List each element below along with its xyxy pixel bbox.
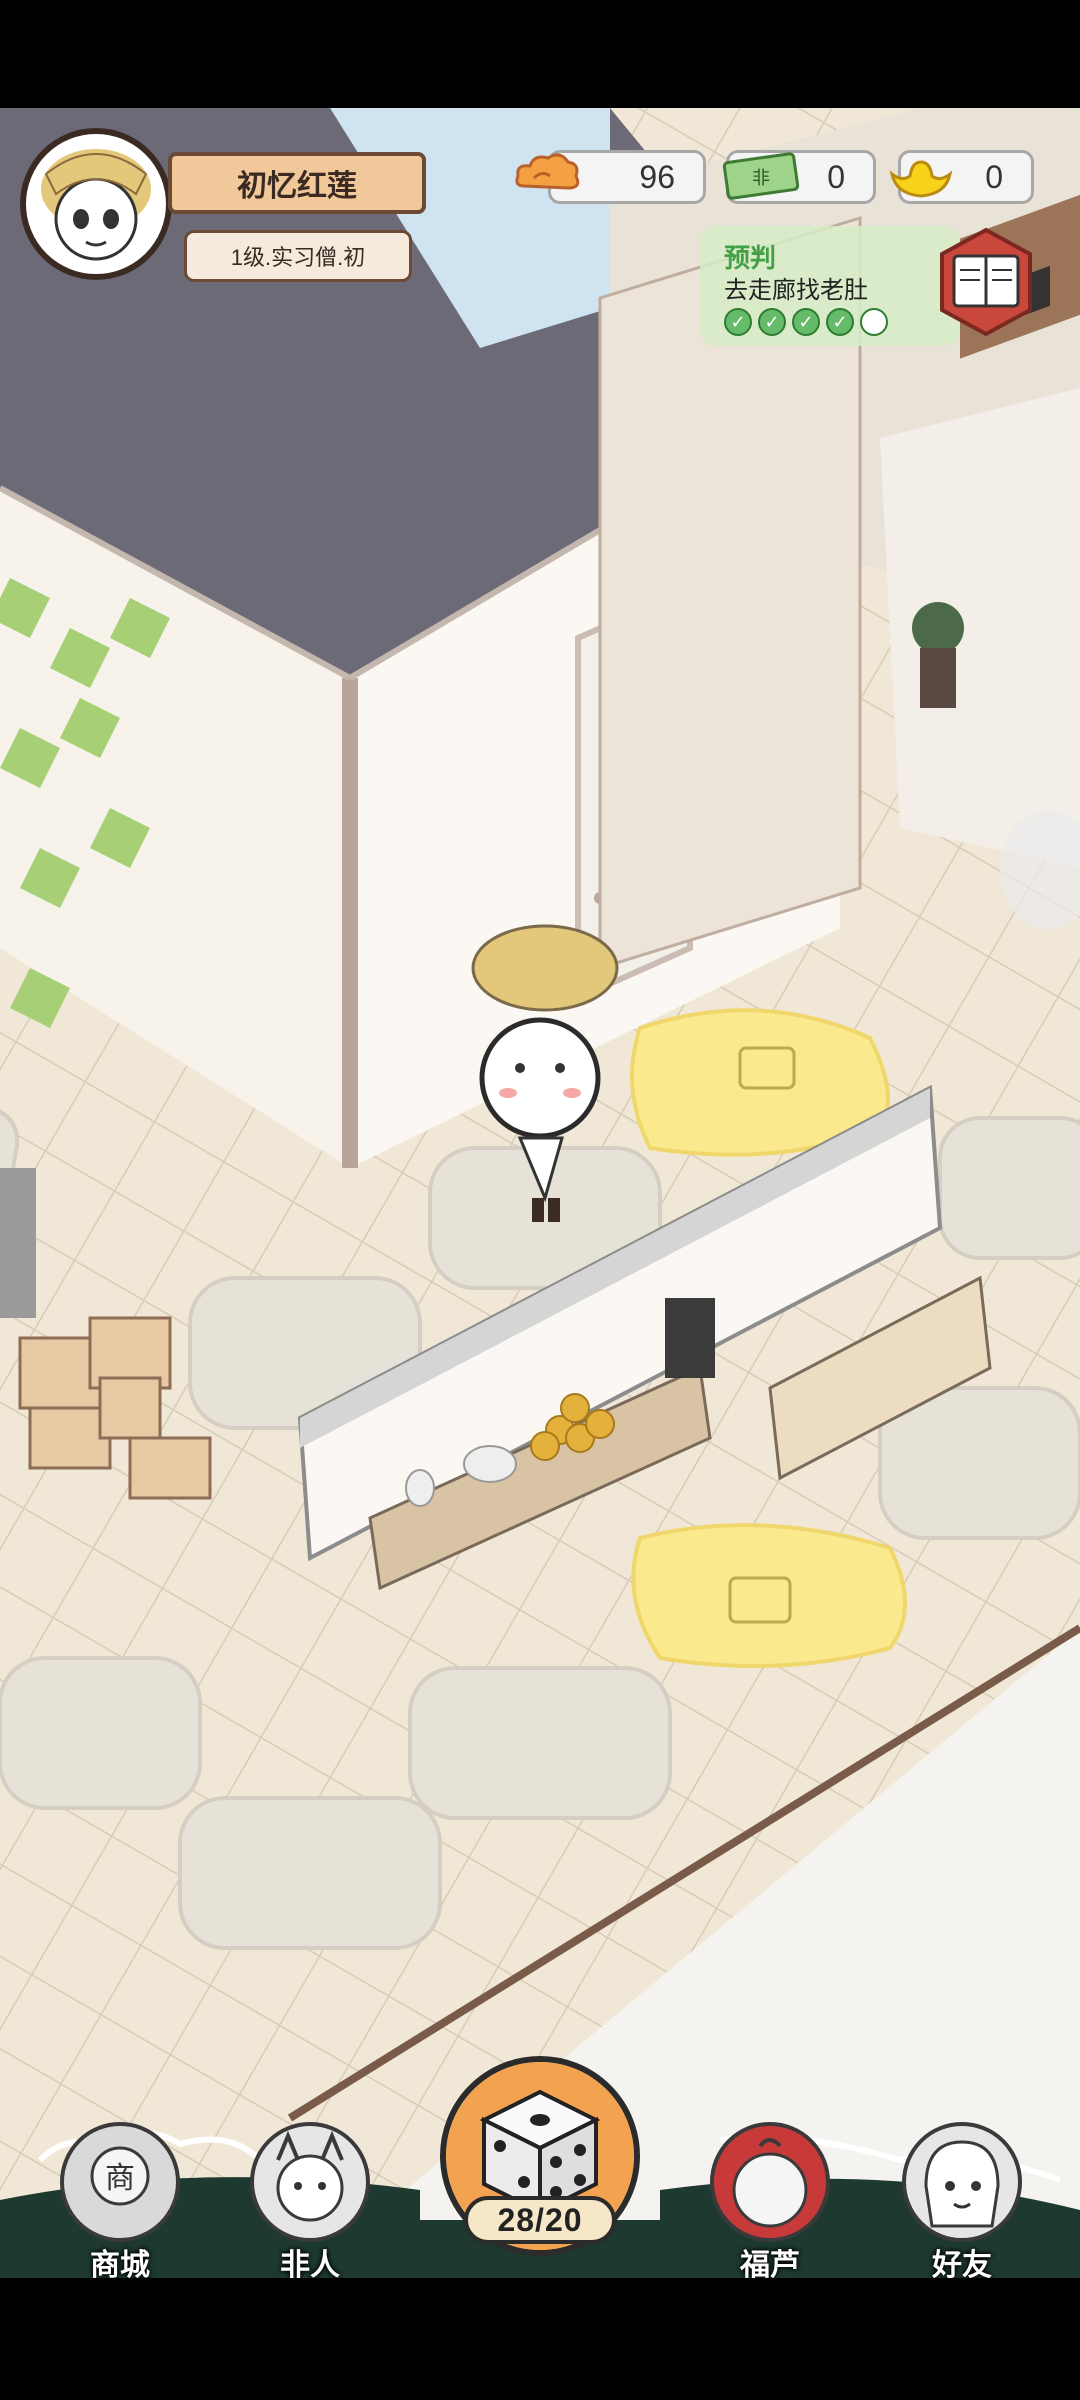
system-nav-area (0, 2278, 1080, 2400)
gold-value: 0 (985, 158, 1003, 195)
nav-fulu-button[interactable] (704, 2116, 836, 2248)
cash-value: 0 (827, 158, 845, 195)
task-check-icon: ✓ (826, 308, 854, 336)
game-screen: 初忆红莲 1级.实习僧.初 96 0 非 0 预判 去走廊找老肚 ✓ ✓ ✓ ✓… (0, 0, 1080, 2400)
shop-icon: 商 (60, 2122, 180, 2242)
player-name: 初忆红莲 (168, 152, 426, 214)
dragon-icon (250, 2122, 370, 2242)
task-check-icon: ✓ (724, 308, 752, 336)
nav-shop-button[interactable]: 商 (54, 2116, 186, 2248)
friend-avatar-icon (902, 2122, 1022, 2242)
shop-icon-label: 商 (105, 2161, 135, 2196)
game-scene[interactable] (0, 108, 1080, 2278)
cloud-icon (515, 153, 580, 190)
gourd-icon (710, 2122, 830, 2242)
task-empty-check-icon: ✓ (860, 308, 888, 336)
avatar-portrait-icon (41, 149, 151, 261)
status-bar-area (0, 0, 1080, 108)
task-check-icon: ✓ (758, 308, 786, 336)
task-progress: ✓ ✓ ✓ ✓ ✓ (724, 308, 888, 336)
task-check-icon: ✓ (792, 308, 820, 336)
banknote-label: 非 (752, 168, 770, 189)
nav-feiren-button[interactable] (244, 2116, 376, 2248)
task-description: 去走廊找老肚 (724, 277, 868, 304)
dice-count: 28/20 (464, 2196, 616, 2244)
gold-ingot-icon (889, 160, 953, 198)
cloud-value: 96 (639, 158, 675, 195)
office-map (0, 108, 1080, 2278)
player-rank: 1级.实习僧.初 (184, 230, 412, 282)
banknote-icon: 非 (722, 152, 800, 200)
task-book-icon[interactable] (930, 226, 1042, 338)
nav-friends-button[interactable] (896, 2116, 1028, 2248)
player-avatar[interactable] (20, 128, 172, 280)
